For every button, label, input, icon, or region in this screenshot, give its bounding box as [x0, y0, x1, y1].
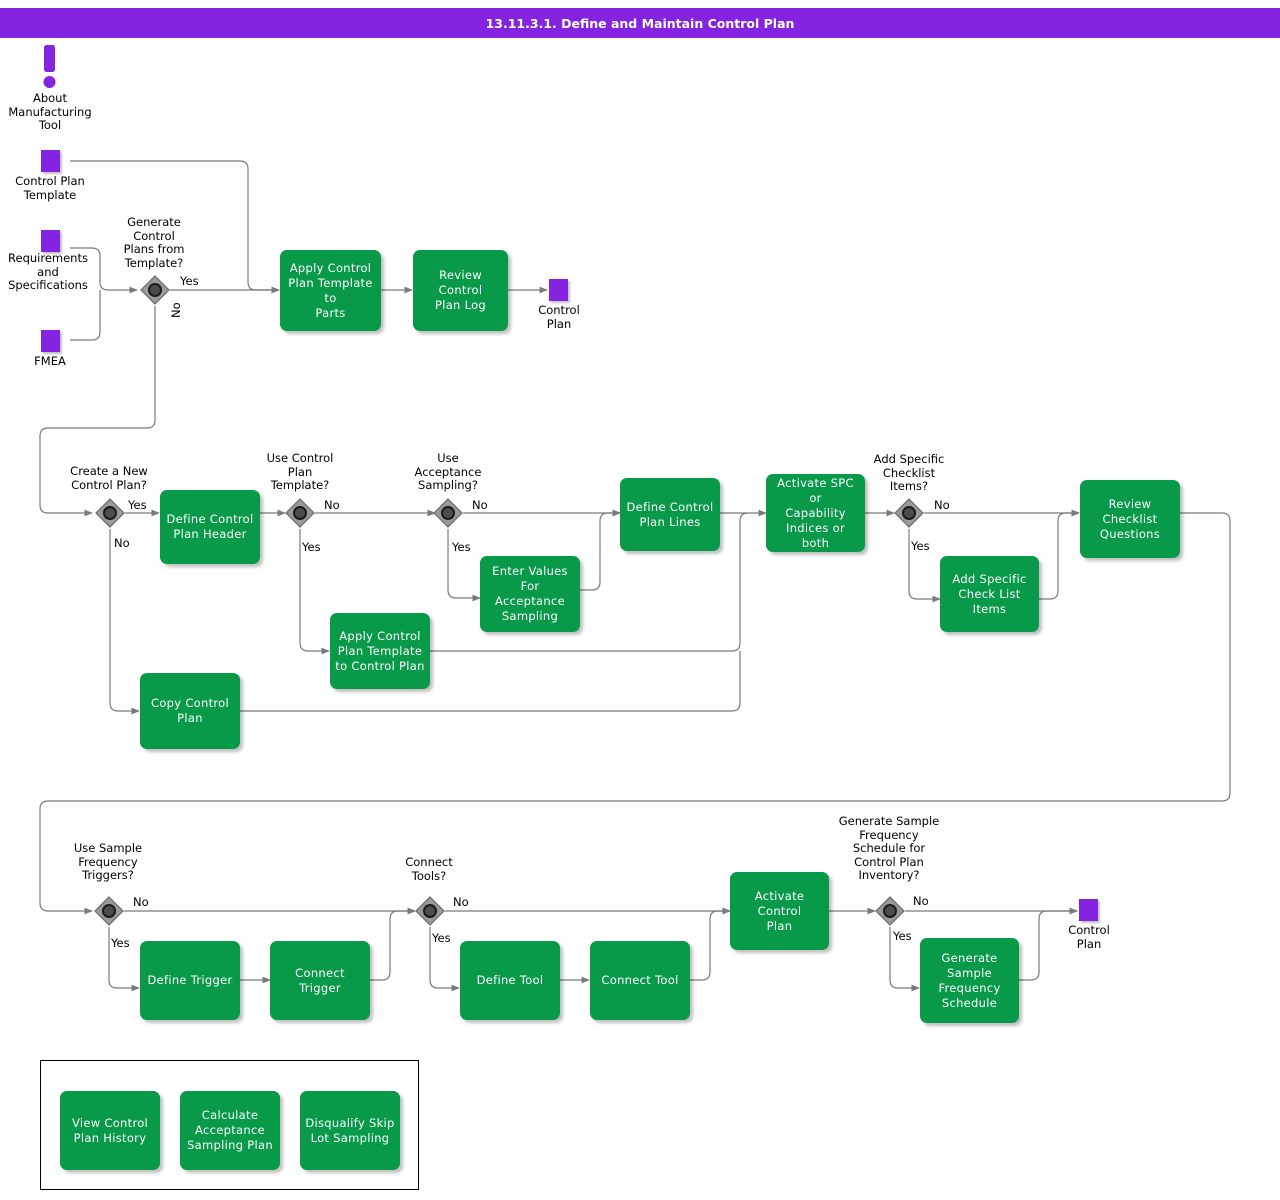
task-define-control-plan-header[interactable]: Define Control Plan Header	[160, 490, 260, 564]
flow-label-gw8-no: No	[913, 895, 929, 908]
task-label: Define Control Plan Lines	[627, 500, 714, 530]
data-object-requirements-and-specifications[interactable]	[41, 230, 60, 252]
task-label: View Control Plan History	[72, 1116, 148, 1146]
fmea-caption: FMEA	[0, 355, 100, 369]
gateway-create-a-new-control-plan[interactable]	[95, 498, 125, 528]
task-define-tool[interactable]: Define Tool	[460, 941, 560, 1020]
connector-layer	[0, 0, 1280, 1200]
control-plan-template-caption: Control Plan Template	[0, 175, 100, 202]
flowchart-page: 13.11.3.1. Define and Maintain Control P…	[0, 0, 1280, 1200]
flow-label-gw2-no: No	[114, 537, 130, 550]
task-connect-tool[interactable]: Connect Tool	[590, 941, 690, 1020]
data-object-fmea[interactable]	[41, 330, 60, 352]
task-label: Define Trigger	[147, 973, 232, 988]
control-plan-bottom-caption: Control Plan	[1039, 924, 1139, 951]
flow-label-gw1-yes: Yes	[180, 275, 199, 288]
task-enter-values-for-acceptance-sampling[interactable]: Enter Values For Acceptance Sampling	[480, 556, 580, 632]
gateway-add-specific-checklist-items[interactable]	[894, 498, 924, 528]
gateway-use-sample-frequency-triggers[interactable]	[94, 896, 124, 926]
gateway-label-generate-sample-frequency-schedule-for-control-plan-inventory: Generate Sample Frequency Schedule for C…	[829, 815, 949, 883]
task-generate-sample-frequency-schedule[interactable]: Generate Sample Frequency Schedule	[920, 938, 1019, 1023]
data-object-control-plan-template[interactable]	[41, 150, 60, 172]
task-define-trigger[interactable]: Define Trigger	[140, 941, 240, 1020]
gateway-use-acceptance-sampling[interactable]	[433, 498, 463, 528]
gateway-label-use-sample-frequency-triggers: Use Sample Frequency Triggers?	[58, 842, 158, 883]
task-review-control-plan-log[interactable]: Review Control Plan Log	[413, 250, 508, 331]
flow-label-gw6-yes: Yes	[111, 937, 130, 950]
task-label: Connect Trigger	[275, 966, 365, 996]
flow-label-gw3-yes: Yes	[302, 541, 321, 554]
task-apply-control-plan-template-to-control-plan[interactable]: Apply Control Plan Template to Control P…	[330, 613, 430, 689]
flow-label-gw5-yes: Yes	[911, 540, 930, 553]
task-label: Define Tool	[477, 973, 544, 988]
flow-label-gw3-no: No	[324, 499, 340, 512]
about-manufacturing-tool-caption: About Manufacturing Tool	[0, 92, 100, 133]
exclamation-icon[interactable]	[38, 45, 62, 90]
gateway-label-add-specific-checklist-items: Add Specific Checklist Items?	[859, 453, 959, 494]
task-label: Generate Sample Frequency Schedule	[938, 951, 1000, 1011]
gateway-connect-tools[interactable]	[415, 896, 445, 926]
task-label: Connect Tool	[601, 973, 678, 988]
task-label: Copy Control Plan	[151, 696, 229, 726]
flow-label-gw6-no: No	[133, 896, 149, 909]
data-object-control-plan-top[interactable]	[549, 279, 568, 301]
gateway-label-connect-tools: Connect Tools?	[379, 856, 479, 883]
flow-label-gw2-yes: Yes	[128, 499, 147, 512]
task-copy-control-plan[interactable]: Copy Control Plan	[140, 673, 240, 749]
task-apply-control-plan-template-to-parts[interactable]: Apply Control Plan Template to Parts	[280, 250, 381, 331]
page-title-bar: 13.11.3.1. Define and Maintain Control P…	[0, 8, 1280, 38]
flow-label-gw4-yes: Yes	[452, 541, 471, 554]
task-label: Review Checklist Questions	[1100, 497, 1160, 542]
task-review-checklist-questions[interactable]: Review Checklist Questions	[1080, 480, 1180, 558]
task-label: Review Control Plan Log	[418, 268, 503, 313]
task-label: Enter Values For Acceptance Sampling	[485, 564, 575, 624]
task-calculate-acceptance-sampling-plan[interactable]: Calculate Acceptance Sampling Plan	[180, 1091, 280, 1170]
task-disqualify-skip-lot-sampling[interactable]: Disqualify Skip Lot Sampling	[300, 1091, 400, 1170]
task-label: Apply Control Plan Template to Parts	[285, 261, 376, 321]
task-label: Activate Control Plan	[735, 889, 824, 934]
task-label: Calculate Acceptance Sampling Plan	[187, 1108, 273, 1153]
flow-label-gw1-no: No	[170, 302, 183, 318]
flow-label-gw5-no: No	[934, 499, 950, 512]
task-define-control-plan-lines[interactable]: Define Control Plan Lines	[620, 478, 720, 551]
page-title: 13.11.3.1. Define and Maintain Control P…	[486, 16, 795, 31]
flow-label-gw7-yes: Yes	[432, 932, 451, 945]
task-label: Disqualify Skip Lot Sampling	[305, 1116, 394, 1146]
gateway-label-use-acceptance-sampling: Use Acceptance Sampling?	[398, 452, 498, 493]
requirements-and-specifications-caption: Requirements and Specifications	[0, 252, 98, 293]
task-label: Define Control Plan Header	[167, 512, 254, 542]
task-view-control-plan-history[interactable]: View Control Plan History	[60, 1091, 160, 1170]
gateway-label-generate-control-plans-from-template: Generate Control Plans from Template?	[104, 216, 204, 270]
flow-label-gw8-yes: Yes	[893, 930, 912, 943]
data-object-control-plan-bottom[interactable]	[1079, 899, 1098, 921]
flow-label-gw7-no: No	[453, 896, 469, 909]
gateway-label-create-a-new-control-plan: Create a New Control Plan?	[59, 465, 159, 492]
flow-label-gw4-no: No	[472, 499, 488, 512]
task-connect-trigger[interactable]: Connect Trigger	[270, 941, 370, 1020]
task-label: Add Specific Check List Items	[952, 572, 1026, 617]
control-plan-top-caption: Control Plan	[509, 304, 609, 331]
task-label: Apply Control Plan Template to Control P…	[335, 629, 424, 674]
gateway-label-use-control-plan-template: Use Control Plan Template?	[250, 452, 350, 493]
task-label: Activate SPC or Capability Indices or bo…	[771, 476, 860, 551]
gateway-generate-control-plans-from-template[interactable]	[140, 275, 170, 305]
task-add-specific-check-list-items[interactable]: Add Specific Check List Items	[940, 556, 1039, 632]
gateway-generate-sample-frequency-schedule-for-control-plan-inventory[interactable]	[875, 896, 905, 926]
task-activate-control-plan[interactable]: Activate Control Plan	[730, 872, 829, 950]
gateway-use-control-plan-template[interactable]	[285, 498, 315, 528]
task-activate-spc-or-capability-indices-or-both[interactable]: Activate SPC or Capability Indices or bo…	[766, 474, 865, 552]
